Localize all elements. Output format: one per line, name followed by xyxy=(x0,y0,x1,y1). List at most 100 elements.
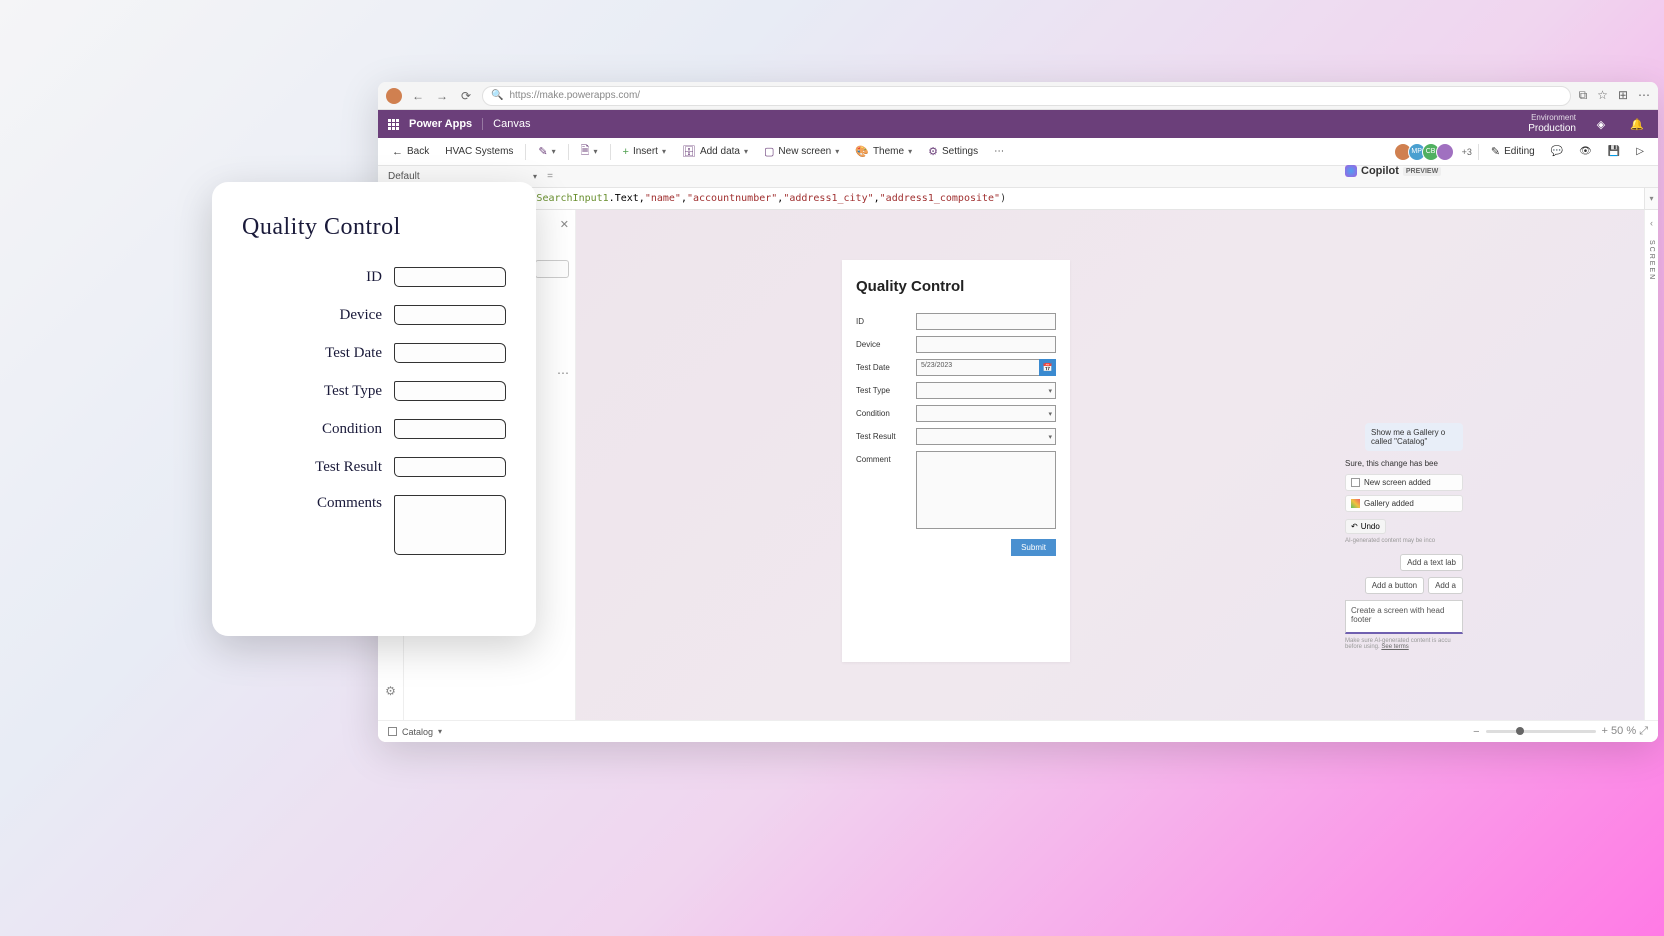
add-data-button[interactable]: 🗄Add data▾ xyxy=(676,138,754,165)
ellipsis-icon[interactable]: ⋯ xyxy=(557,366,569,380)
favorite-icon[interactable]: ☆ xyxy=(1597,88,1608,103)
browser-chrome: ← → ⟳ 🔍 https://make.powerapps.com/ ⧉ ☆ … xyxy=(378,82,1658,110)
condition-select[interactable]: ▾ xyxy=(916,405,1056,422)
forward-arrow-icon[interactable]: → xyxy=(434,89,450,103)
data-icon: 🗄 xyxy=(682,145,696,158)
url-text: https://make.powerapps.com/ xyxy=(509,90,640,101)
expand-formula-icon[interactable]: ▾ xyxy=(1644,188,1658,209)
palette-icon: 🎨 xyxy=(855,145,869,158)
ellipsis-icon: ⋯ xyxy=(994,146,1004,157)
new-screen-button[interactable]: ▢New screen▾ xyxy=(758,138,845,165)
right-rail[interactable]: ‹ SCREEN xyxy=(1644,210,1658,742)
zoom-out-button[interactable]: − xyxy=(1473,726,1479,738)
sketch-input xyxy=(394,305,506,325)
current-screen-name[interactable]: Catalog xyxy=(402,727,433,737)
copilot-panel: Copilot PREVIEW Show me a Gallery o call… xyxy=(1345,165,1463,745)
sketch-field-comments: Comments xyxy=(242,495,506,555)
address-bar[interactable]: 🔍 https://make.powerapps.com/ xyxy=(482,86,1571,106)
sketch-field-condition: Condition xyxy=(242,419,506,439)
comments-button[interactable]: 💬 xyxy=(1545,138,1569,165)
more-icon[interactable]: ⋯ xyxy=(1638,88,1650,103)
suggestion-chip[interactable]: Add a text lab xyxy=(1400,554,1463,571)
sketch-input xyxy=(394,343,506,363)
waffle-icon[interactable] xyxy=(388,119,399,130)
settings-rail-icon[interactable]: ⚙ xyxy=(384,684,398,698)
see-terms-link[interactable]: See terms xyxy=(1381,644,1408,650)
new-screen-icon xyxy=(1351,478,1360,487)
editing-mode[interactable]: ✎Editing xyxy=(1485,138,1541,165)
play-button[interactable]: ▷ xyxy=(1630,138,1650,165)
zoom-in-button[interactable]: + 50 % ⤢ xyxy=(1602,725,1648,738)
id-input[interactable] xyxy=(916,313,1056,330)
collections-icon[interactable]: ⊞ xyxy=(1618,88,1628,103)
submit-button[interactable]: Submit xyxy=(1011,539,1056,556)
play-icon: ▷ xyxy=(1636,146,1644,157)
back-button[interactable]: ← Back xyxy=(386,138,435,165)
test-type-select[interactable]: ▾ xyxy=(916,382,1056,399)
sketch-textarea xyxy=(394,495,506,555)
status-bar: Catalog ▾ − + 50 % ⤢ xyxy=(378,720,1658,742)
zoom-slider[interactable] xyxy=(1486,730,1596,733)
app-window: ← → ⟳ 🔍 https://make.powerapps.com/ ⧉ ☆ … xyxy=(378,82,1658,742)
chevron-down-icon: ▾ xyxy=(662,147,666,156)
chevron-down-icon: ▾ xyxy=(1048,433,1052,441)
settings-button[interactable]: ⚙Settings xyxy=(922,138,984,165)
copilot-undo-button[interactable]: ↶Undo xyxy=(1345,519,1386,534)
slider-thumb[interactable] xyxy=(1516,727,1524,735)
page-icon: 🗎 xyxy=(581,142,590,161)
sketch-input xyxy=(394,419,506,439)
field-comment: Comment xyxy=(856,451,1056,529)
copilot-header: Copilot PREVIEW xyxy=(1345,165,1463,177)
notifications-icon[interactable]: 🔔 xyxy=(1626,113,1648,135)
presence-avatars[interactable]: MP CB xyxy=(1398,143,1454,161)
suggestion-chip[interactable]: Add a xyxy=(1428,577,1463,594)
expand-icon[interactable]: ⤢ xyxy=(1639,725,1648,737)
device-input[interactable] xyxy=(916,336,1056,353)
test-date-input[interactable]: 5/23/2023 xyxy=(916,359,1039,376)
calendar-icon[interactable]: 📅 xyxy=(1039,359,1056,376)
chevron-down-icon: ▾ xyxy=(594,147,598,156)
reading-icon[interactable]: ⧉ xyxy=(1579,88,1588,103)
property-dropdown[interactable]: Default ▾ xyxy=(388,171,543,182)
search-icon: 🔍 xyxy=(491,90,503,101)
copilot-compose-input[interactable]: Create a screen with head footer xyxy=(1345,600,1463,634)
canvas[interactable]: Quality Control ID Device Test Date 5/23… xyxy=(576,210,1658,720)
equals-icon: = xyxy=(543,171,557,182)
separator xyxy=(525,144,526,160)
right-rail-label: SCREEN xyxy=(1648,240,1655,281)
back-arrow-icon[interactable]: ← xyxy=(410,89,426,103)
pencil-icon: ✎ xyxy=(1491,145,1500,158)
copilot-card-gallery[interactable]: Gallery added xyxy=(1345,495,1463,512)
test-result-select[interactable]: ▾ xyxy=(916,428,1056,445)
zoom-percent: % xyxy=(1626,725,1636,737)
copilot-reply: Sure, this change has bee xyxy=(1345,459,1463,468)
edit-button[interactable]: ✎▾ xyxy=(532,138,561,165)
insert-button[interactable]: +Insert▾ xyxy=(617,138,672,165)
copilot-user-message: Show me a Gallery o called "Catalog" xyxy=(1365,423,1463,451)
screen-indicator-icon xyxy=(388,727,397,736)
file-name[interactable]: HVAC Systems xyxy=(439,138,519,165)
tree-item-thumbnail[interactable] xyxy=(535,260,569,278)
presence-more[interactable]: +3 xyxy=(1462,147,1472,157)
close-icon[interactable]: ✕ xyxy=(560,218,569,231)
suggestion-chip[interactable]: Add a button xyxy=(1365,577,1424,594)
preview-button[interactable]: 👁 xyxy=(1573,138,1598,165)
publish-icon[interactable]: ◈ xyxy=(1590,113,1612,135)
chevron-down-icon[interactable]: ▾ xyxy=(438,727,442,736)
overflow-button[interactable]: ⋯ xyxy=(988,138,1010,165)
zoom-value: 50 xyxy=(1611,725,1623,737)
property-selector-row: Default ▾ = xyxy=(378,166,1658,188)
refresh-icon[interactable]: ⟳ xyxy=(458,89,474,103)
environment-selector[interactable]: Environment Production xyxy=(1528,114,1576,134)
form-title: Quality Control xyxy=(856,278,1056,295)
chevron-left-icon[interactable]: ‹ xyxy=(1650,218,1653,228)
comment-textarea[interactable] xyxy=(916,451,1056,529)
sketch-input xyxy=(394,267,506,287)
copilot-card-new-screen[interactable]: New screen added xyxy=(1345,474,1463,491)
preview-icon: 👁 xyxy=(1579,146,1592,157)
save-button[interactable]: 💾 xyxy=(1602,138,1626,165)
profile-avatar-icon[interactable] xyxy=(386,88,402,104)
workspace: ⚙ ◐ ✕ ⋯ Quality Control ID Device Test D… xyxy=(378,210,1658,742)
theme-button[interactable]: 🎨Theme▾ xyxy=(849,138,918,165)
page-button[interactable]: 🗎▾ xyxy=(575,138,604,165)
